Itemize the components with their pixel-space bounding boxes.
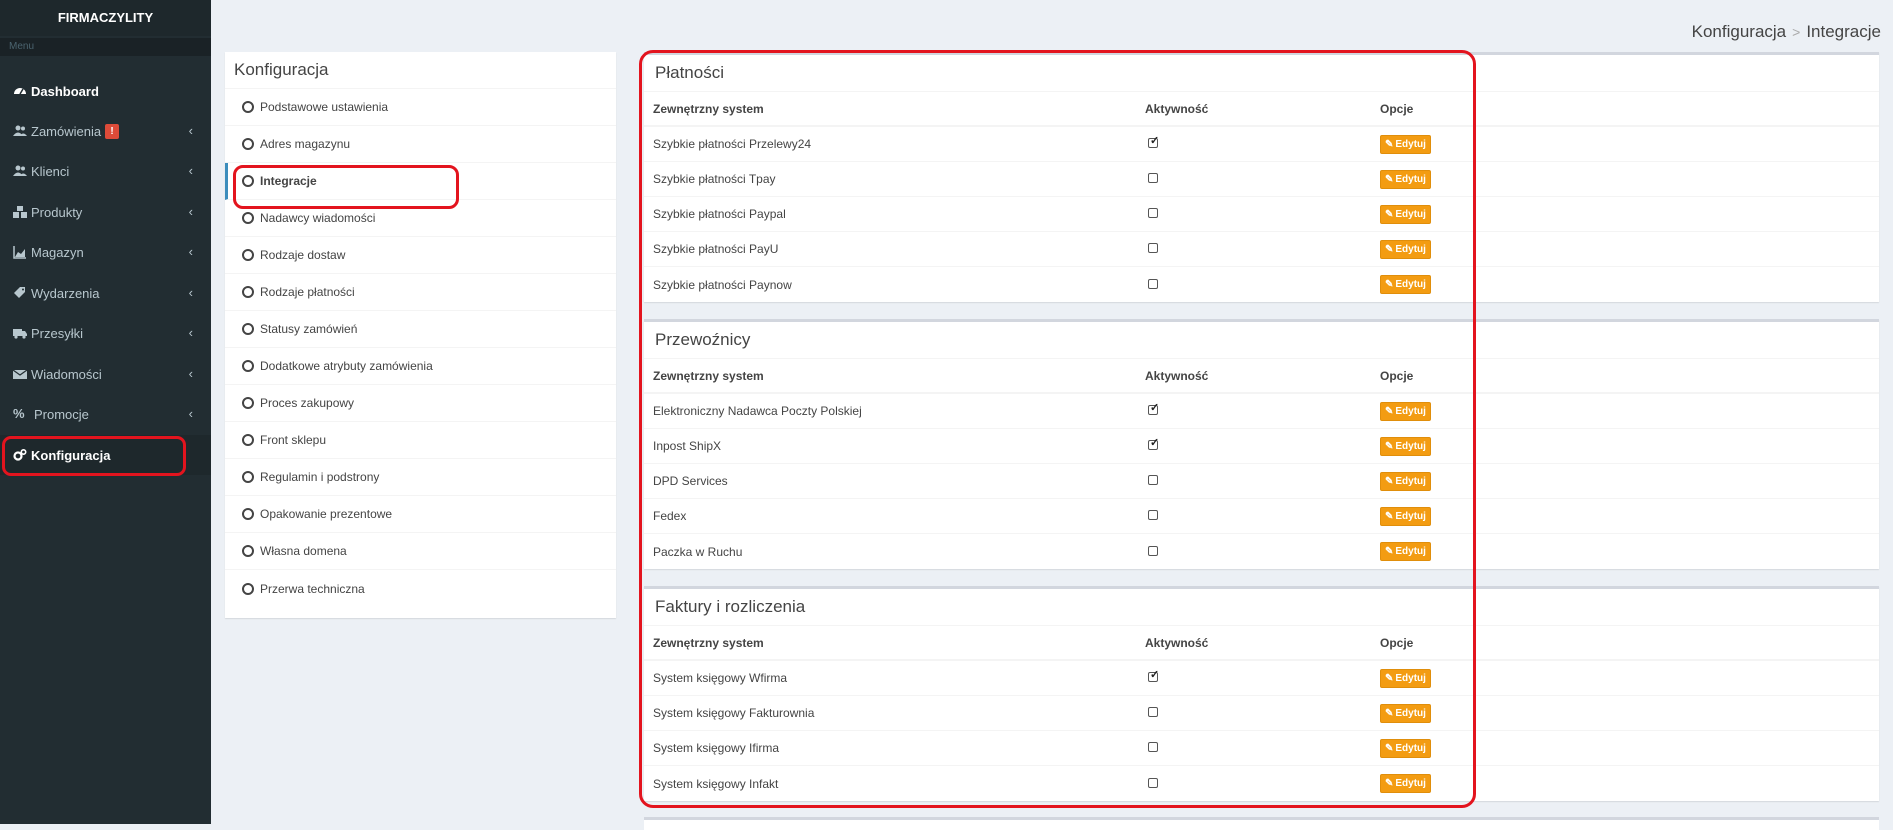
config-link-label: Przerwa techniczna (260, 581, 365, 596)
chevron-left-icon: ‹ (188, 366, 193, 381)
config-link-label: Rodzaje płatności (260, 285, 355, 299)
config-panel-title: Konfiguracja (225, 52, 616, 89)
circle-icon (242, 138, 254, 150)
percent-icon: % (13, 406, 25, 421)
chevron-left-icon: ‹ (188, 204, 193, 219)
config-link-proces-zakupowy[interactable]: Proces zakupowy (225, 385, 616, 422)
highlight-annotation-main (639, 50, 1476, 808)
sidebar-item-label: Dashboard (31, 83, 99, 99)
brand-logo[interactable]: FIRMACZYLITY (0, 0, 211, 36)
config-link-label: Regulamin i podstrony (260, 470, 380, 484)
cubes-icon (13, 206, 27, 218)
circle-icon (242, 471, 254, 483)
sidebar: FIRMACZYLITY Menu Dashboard Zamówienia !… (0, 0, 211, 824)
sidebar-item-produkty[interactable]: Produkty ‹ (0, 192, 211, 232)
circle-icon (242, 101, 254, 113)
config-link-podstawowe-ustawienia[interactable]: Podstawowe ustawienia (225, 89, 616, 126)
sidebar-item-zamowienia[interactable]: Zamówienia ! ‹ (0, 111, 211, 151)
config-link-label: Dodatkowe atrybuty zamówienia (260, 359, 433, 373)
config-link-label: Proces zakupowy (260, 396, 355, 410)
users-icon (13, 165, 27, 176)
sidebar-item-klienci[interactable]: Klienci ‹ (0, 151, 211, 191)
config-link-opakowanie-prezentowe[interactable]: Opakowanie prezentowe (225, 496, 616, 533)
sidebar-item-promocje[interactable]: % Promocje ‹ (0, 394, 211, 434)
chevron-left-icon: ‹ (188, 123, 193, 138)
circle-icon (242, 323, 254, 335)
sidebar-item-label: Wiadomości (31, 366, 102, 382)
sidebar-item-label: Przesyłki (31, 325, 84, 341)
config-link-statusy-zamowien[interactable]: Statusy zamówień (225, 311, 616, 348)
config-link-label: Adres magazynu (260, 137, 351, 151)
config-link-wlasna-domena[interactable]: Własna domena (225, 533, 616, 570)
config-link-label: Własna domena (260, 544, 347, 558)
envelope-icon (13, 369, 27, 379)
chevron-left-icon: ‹ (188, 163, 193, 178)
menu-header: Menu (0, 38, 211, 56)
breadcrumb-parent[interactable]: Konfiguracja (1692, 22, 1787, 41)
circle-icon (242, 212, 254, 224)
breadcrumb-separator: > (1792, 24, 1801, 40)
circle-icon (242, 434, 254, 446)
sidebar-item-przesylki[interactable]: Przesyłki ‹ (0, 313, 211, 353)
circle-icon (242, 545, 254, 557)
sidebar-item-label: Klienci (31, 163, 70, 179)
sidebar-item-label: Zamówienia (31, 123, 102, 139)
circle-icon (242, 286, 254, 298)
config-link-regulamin[interactable]: Regulamin i podstrony (225, 459, 616, 496)
chevron-left-icon: ‹ (188, 325, 193, 340)
config-link-label: Front sklepu (260, 433, 327, 447)
chevron-left-icon: ‹ (188, 244, 193, 259)
highlight-annotation-integracje (233, 165, 459, 209)
circle-icon (242, 397, 254, 409)
highlight-annotation-sidebar (2, 436, 186, 476)
config-link-label: Podstawowe ustawienia (260, 100, 389, 114)
config-link-label: Statusy zamówień (260, 322, 358, 336)
sidebar-item-label: Produkty (31, 204, 83, 220)
dashboard-icon (14, 88, 26, 95)
config-link-label: Nadawcy wiadomości (260, 211, 376, 225)
sidebar-item-dashboard[interactable]: Dashboard (0, 71, 211, 111)
circle-icon (242, 508, 254, 520)
breadcrumb: Konfiguracja > Integracje (1692, 22, 1881, 42)
config-panel: Konfiguracja Podstawowe ustawienia Adres… (225, 52, 616, 618)
breadcrumb-current: Integracje (1806, 22, 1881, 41)
circle-icon (242, 249, 254, 261)
chart-area-icon (13, 246, 26, 259)
config-link-label: Rodzaje dostaw (260, 248, 346, 262)
circle-icon (242, 360, 254, 372)
config-link-rodzaje-dostaw[interactable]: Rodzaje dostaw (225, 237, 616, 274)
users-icon (13, 125, 27, 136)
config-link-dodatkowe-atrybuty[interactable]: Dodatkowe atrybuty zamówienia (225, 348, 616, 385)
config-link-przerwa-techniczna[interactable]: Przerwa techniczna (225, 570, 616, 607)
sidebar-item-label: Magazyn (31, 244, 84, 260)
truck-icon (13, 329, 27, 339)
config-link-front-sklepu[interactable]: Front sklepu (225, 422, 616, 459)
alert-badge: ! (105, 123, 120, 139)
config-link-label: Opakowanie prezentowe (260, 507, 393, 521)
sidebar-item-magazyn[interactable]: Magazyn ‹ (0, 232, 211, 272)
circle-icon (242, 582, 254, 595)
chevron-left-icon: ‹ (188, 406, 193, 421)
sidebar-item-wiadomosci[interactable]: Wiadomości ‹ (0, 354, 211, 394)
tags-icon (14, 287, 25, 298)
chevron-left-icon: ‹ (188, 285, 193, 300)
config-link-adres-magazynu[interactable]: Adres magazynu (225, 126, 616, 163)
sidebar-item-label: Promocje (34, 406, 89, 422)
sidebar-item-label: Wydarzenia (31, 285, 100, 301)
sidebar-item-wydarzenia[interactable]: Wydarzenia ‹ (0, 273, 211, 313)
config-link-rodzaje-platnosci[interactable]: Rodzaje płatności (225, 274, 616, 311)
